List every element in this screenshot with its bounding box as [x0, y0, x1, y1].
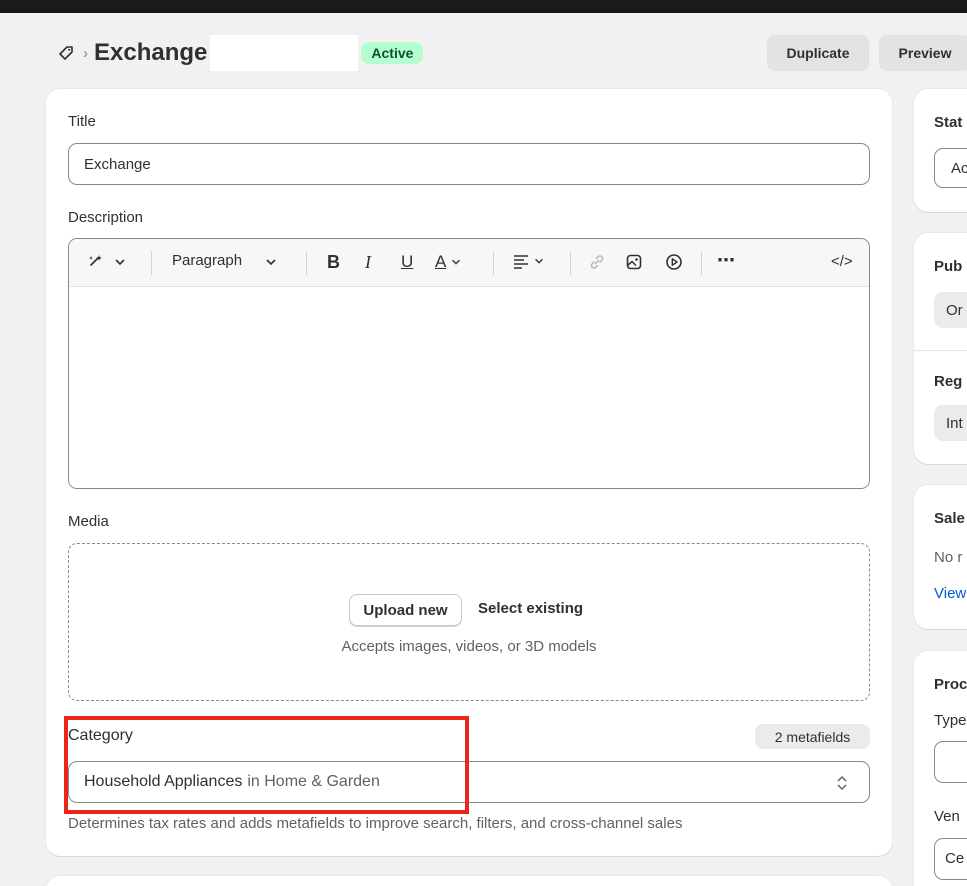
select-chevron-icon: [837, 775, 847, 791]
toolbar-divider: [306, 251, 307, 275]
regions-value: Int: [946, 415, 963, 432]
tag-icon[interactable]: [57, 44, 75, 62]
page-header: › Exchange Active Duplicate Preview: [57, 34, 967, 72]
metafields-badge[interactable]: 2 metafields: [755, 724, 870, 749]
italic-button[interactable]: I: [365, 252, 371, 273]
status-card: Stat Ac: [914, 89, 967, 212]
status-badge: Active: [361, 42, 424, 64]
toolbar-divider: [701, 251, 702, 275]
more-options-button[interactable]: ⋯: [717, 250, 736, 271]
product-org-label: Proc: [934, 676, 967, 693]
category-help-text: Determines tax rates and adds metafields…: [68, 815, 683, 832]
paragraph-style-dropdown[interactable]: Paragraph: [172, 252, 278, 269]
sales-channels-card: Sale No r View: [914, 485, 967, 629]
play-circle-icon: [666, 254, 682, 270]
upload-new-button[interactable]: Upload new: [349, 594, 462, 626]
description-editor: Paragraph B I U A ⋯ </>: [68, 238, 870, 489]
type-label: Type: [934, 712, 967, 729]
status-label: Stat: [934, 114, 963, 131]
publishing-label: Pub: [934, 258, 963, 275]
publishing-card: Pub Or Reg Int: [914, 233, 967, 464]
ai-magic-button[interactable]: [87, 253, 127, 271]
text-color-label: A: [435, 252, 447, 271]
select-existing-button[interactable]: Select existing: [478, 600, 583, 617]
page-title: Exchange: [94, 39, 208, 66]
toolbar-divider: [151, 251, 152, 275]
magic-wand-icon: [89, 255, 102, 266]
preview-button[interactable]: Preview: [879, 35, 967, 71]
publishing-value: Or: [946, 302, 963, 319]
status-value: Ac: [951, 160, 967, 177]
product-organization-card: Proc Type Ven Ce: [914, 651, 967, 886]
regions-chip[interactable]: Int: [934, 405, 967, 441]
media-dropzone[interactable]: Upload new Select existing Accepts image…: [68, 543, 870, 701]
vendor-value: Ce: [945, 850, 965, 867]
publishing-chip[interactable]: Or: [934, 292, 967, 328]
title-label: Title: [68, 113, 96, 130]
breadcrumb-separator-icon: ›: [83, 44, 88, 62]
editor-toolbar: Paragraph B I U A ⋯ </>: [69, 239, 869, 287]
vendor-input[interactable]: Ce: [934, 838, 967, 880]
chevron-down-icon: [266, 259, 276, 266]
toolbar-divider: [493, 251, 494, 275]
paragraph-label: Paragraph: [172, 252, 243, 269]
sales-view-link[interactable]: View: [934, 585, 966, 602]
toolbar-divider: [570, 251, 571, 275]
link-icon: [590, 255, 604, 269]
duplicate-button[interactable]: Duplicate: [767, 35, 869, 71]
description-editor-body[interactable]: [69, 287, 869, 488]
vendor-label: Ven: [934, 808, 960, 825]
align-button[interactable]: [512, 253, 545, 269]
underline-button[interactable]: U: [401, 252, 413, 272]
category-highlight-box: [64, 716, 469, 814]
type-input[interactable]: [934, 741, 967, 783]
media-label: Media: [68, 513, 109, 530]
status-select[interactable]: Ac: [934, 148, 967, 188]
align-left-icon: [514, 255, 528, 269]
image-icon: [626, 254, 642, 270]
chevron-down-icon: [115, 259, 125, 266]
text-color-button[interactable]: A: [435, 252, 462, 272]
code-view-button[interactable]: </>: [831, 253, 853, 270]
bold-button[interactable]: B: [327, 252, 340, 273]
title-input-value: Exchange: [84, 155, 151, 173]
sales-text: No r: [934, 549, 963, 566]
insert-image-button[interactable]: [625, 253, 643, 271]
description-label: Description: [68, 209, 144, 226]
title-input[interactable]: Exchange: [68, 143, 870, 185]
chevron-down-icon: [452, 259, 461, 265]
next-card: [46, 876, 892, 886]
media-hint: Accepts images, videos, or 3D models: [341, 638, 597, 655]
chevron-down-icon: [535, 258, 543, 264]
title-redaction: [210, 35, 359, 71]
sales-label: Sale: [934, 510, 965, 527]
insert-video-button[interactable]: [665, 253, 683, 271]
link-button[interactable]: [588, 253, 606, 271]
top-bar: [0, 0, 967, 13]
divider: [914, 350, 967, 351]
regions-label: Reg: [934, 373, 963, 390]
